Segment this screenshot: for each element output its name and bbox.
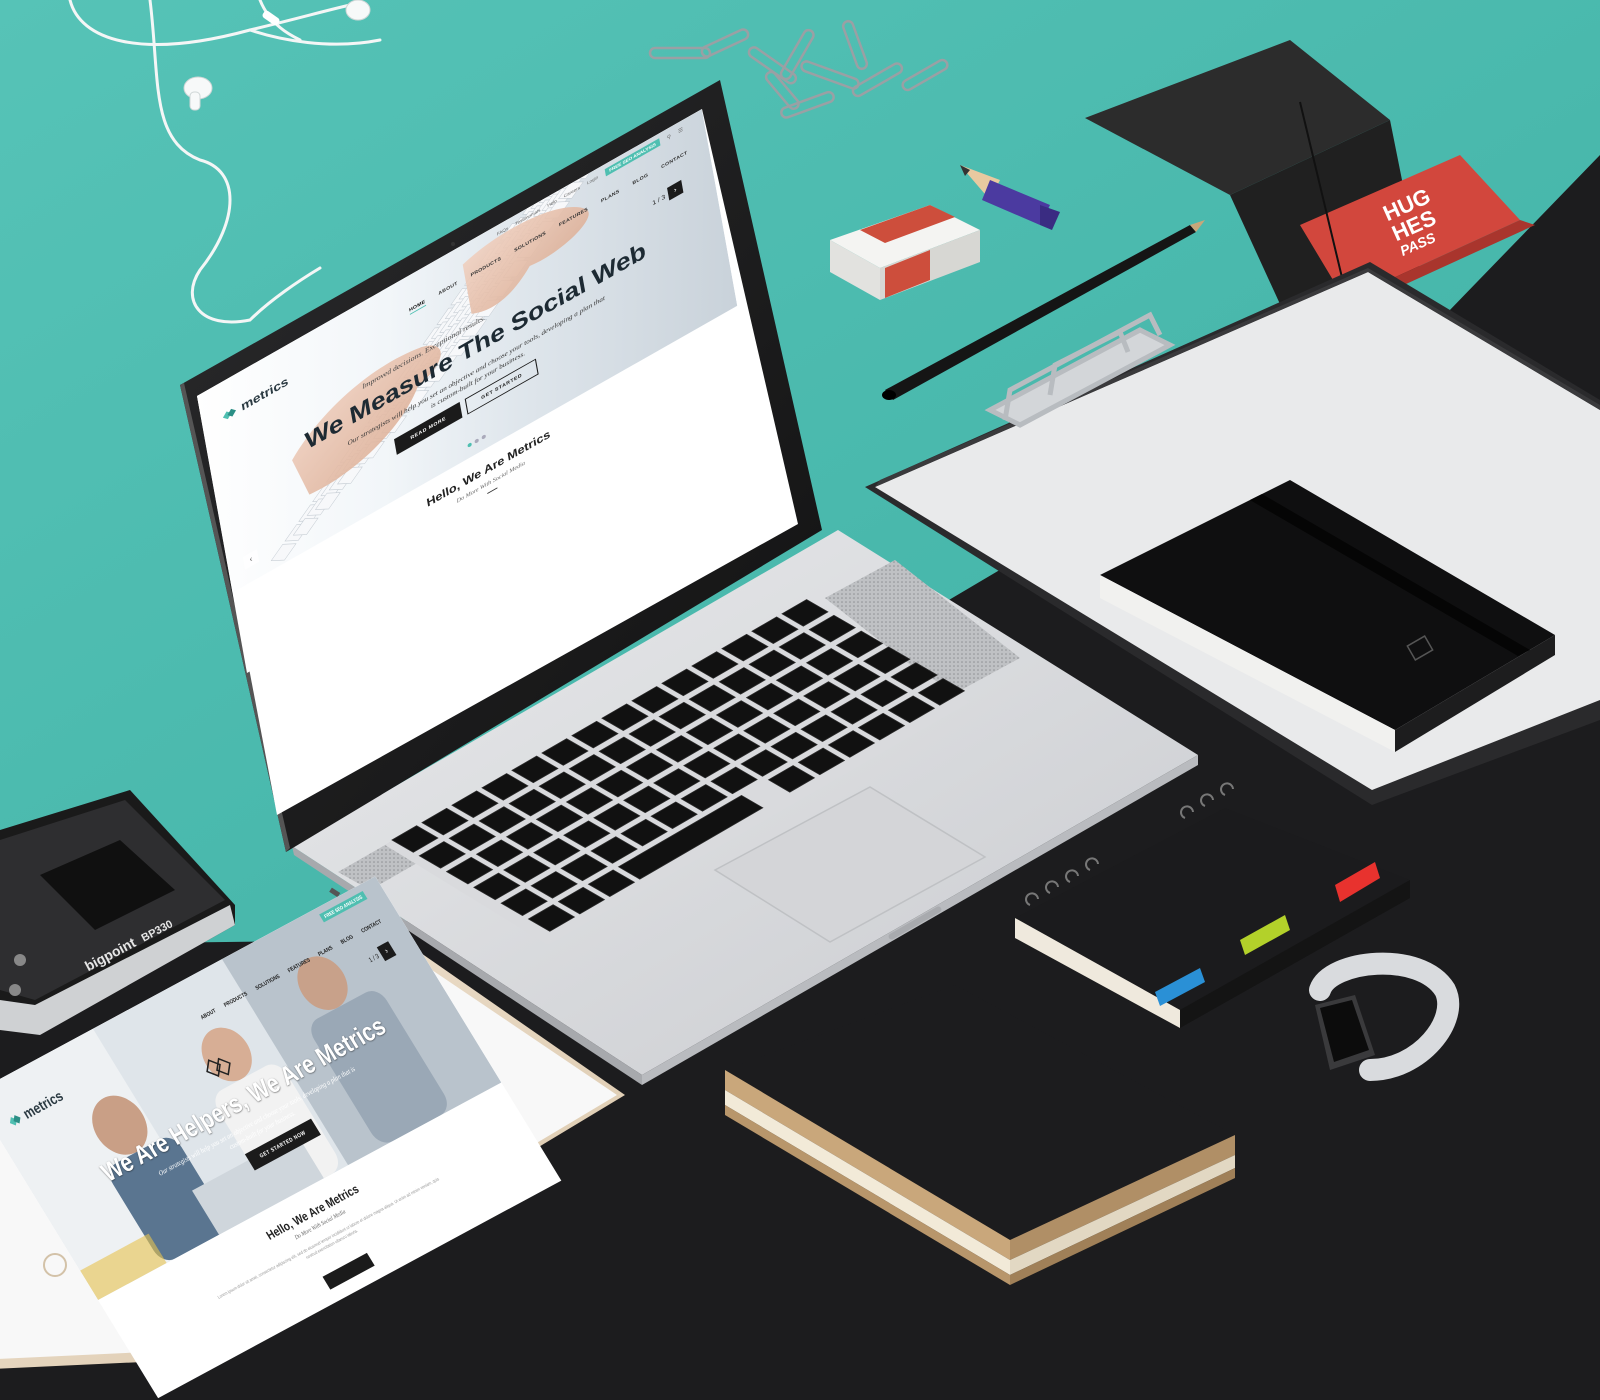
desk-scene: HUG HES PASS bigpoint BP330 FAQs Testimo…	[0, 0, 1600, 1400]
search-icon[interactable]: ⚲	[666, 133, 671, 141]
earbud-right	[345, 0, 371, 21]
divider	[487, 487, 498, 495]
tablet-bottom-button[interactable]	[322, 1252, 375, 1290]
hero-photo-key	[270, 543, 297, 562]
